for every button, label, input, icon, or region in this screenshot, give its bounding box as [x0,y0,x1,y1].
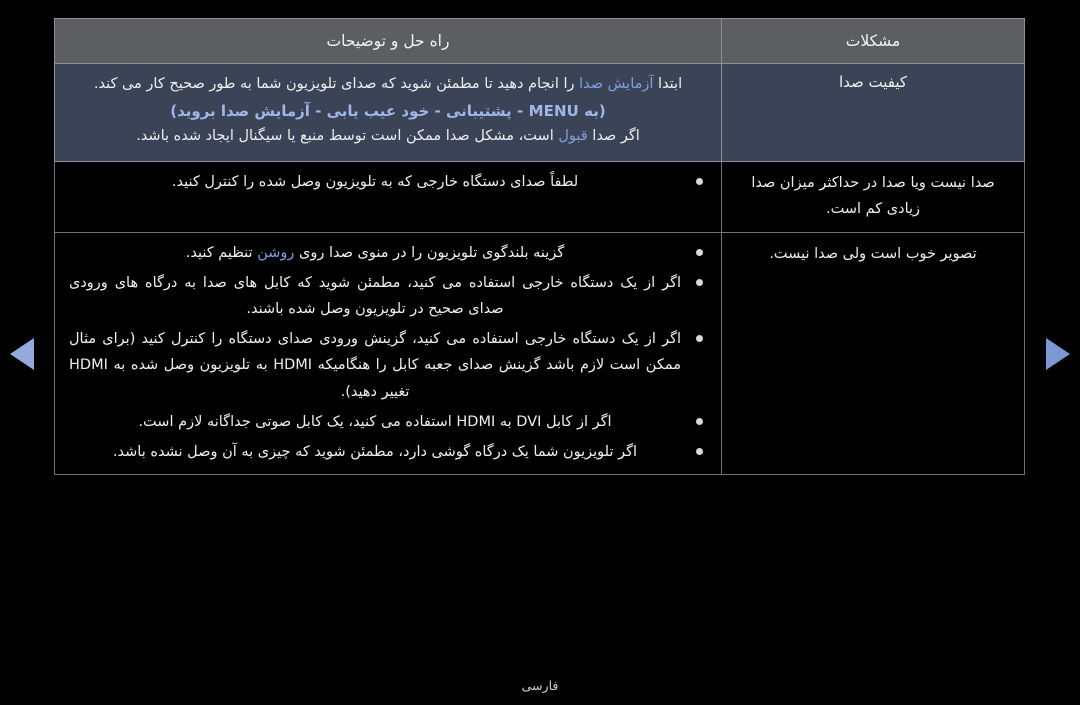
highlighted-term: قبول [558,128,588,145]
bullet-dot-icon [696,279,703,287]
list-item: اگر از کابل DVI به HDMI استفاده می کنید،… [69,409,707,435]
solution-line: ابتدا آزمایش صدا را انجام دهید تا مطمئن … [71,72,705,98]
table-row[interactable]: کیفیت صدا ابتدا آزمایش صدا را انجام دهید … [54,62,1025,163]
table-row[interactable]: تصویر خوب است ولی صدا نیست. گزینه بلندگوی… [54,232,1025,475]
list-item: لطفاً صدای دستگاه خارجی که به تلویزیون و… [69,169,707,195]
column-header-solution: راه حل و توضیحات [54,18,722,64]
table-body: کیفیت صدا ابتدا آزمایش صدا را انجام دهید … [54,62,1025,475]
text-fragment: اگر از کابل DVI به HDMI استفاده می کنید،… [138,413,612,430]
text-fragment: است، مشکل صدا ممکن است توسط منبع یا سیگن… [136,128,559,145]
text-fragment: اگر از یک دستگاه خارجی استفاده می کنید، … [69,331,681,400]
highlighted-term: روشن [257,245,295,262]
footer-language-label: فارسی [521,678,559,693]
text-fragment: گزینه بلندگوی تلویزیون را در منوی صدا رو… [294,245,565,262]
previous-page-arrow-icon[interactable] [10,338,34,370]
text-fragment: اگر از یک دستگاه خارجی استفاده می کنید، … [69,275,681,318]
list-item: گزینه بلندگوی تلویزیون را در منوی صدا رو… [69,240,707,266]
text-fragment: لطفاً صدای دستگاه خارجی که به تلویزیون و… [171,174,579,191]
text-fragment: تنظیم کنید. [185,245,258,262]
table-row[interactable]: صدا نیست ویا صدا در حداکثر میزان صدا زیا… [54,161,1025,234]
cell-solution: گزینه بلندگوی تلویزیون را در منوی صدا رو… [54,232,722,475]
cell-solution: لطفاً صدای دستگاه خارجی که به تلویزیون و… [54,161,722,234]
bullet-dot-icon [696,335,703,343]
cell-problem: صدا نیست ویا صدا در حداکثر میزان صدا زیا… [721,161,1025,234]
table-header: مشکلات راه حل و توضیحات [54,18,1025,64]
bullet-dot-icon [696,249,703,257]
bullet-dot-icon [696,447,703,455]
troubleshooting-table-container: مشکلات راه حل و توضیحات کیفیت صدا ابتدا آ… [54,18,1025,475]
cell-solution: ابتدا آزمایش صدا را انجام دهید تا مطمئن … [54,62,722,163]
list-item: اگر تلویزیون شما یک درگاه گوشی دارد، مطم… [69,439,707,465]
table-header-row: مشکلات راه حل و توضیحات [54,18,1025,64]
solution-bullet-list: لطفاً صدای دستگاه خارجی که به تلویزیون و… [69,169,707,195]
column-header-problem: مشکلات [721,18,1025,64]
bullet-dot-icon [696,178,703,186]
text-fragment: را انجام دهید تا مطمئن شوید که صدای تلوی… [93,76,580,92]
text-fragment: ابتدا [653,76,683,92]
list-item: اگر از یک دستگاه خارجی استفاده می کنید، … [69,326,707,404]
menu-path-text: (به MENU - پشتیبانی - خود عیب یابی - آزم… [170,101,606,120]
solution-bullet-list: گزینه بلندگوی تلویزیون را در منوی صدا رو… [69,240,707,465]
highlighted-term: آزمایش صدا [579,76,654,92]
next-page-arrow-icon[interactable] [1046,338,1070,370]
solution-line: اگر صدا قبول است، مشکل صدا ممکن است توسط… [71,124,705,150]
list-item: اگر از یک دستگاه خارجی استفاده می کنید، … [69,270,707,322]
text-fragment: اگر تلویزیون شما یک درگاه گوشی دارد، مطم… [112,443,638,460]
troubleshooting-table: مشکلات راه حل و توضیحات کیفیت صدا ابتدا آ… [54,18,1025,475]
cell-problem: کیفیت صدا [721,62,1025,163]
text-fragment: اگر صدا [587,128,640,145]
cell-problem: تصویر خوب است ولی صدا نیست. [721,232,1025,475]
bullet-dot-icon [696,417,703,425]
